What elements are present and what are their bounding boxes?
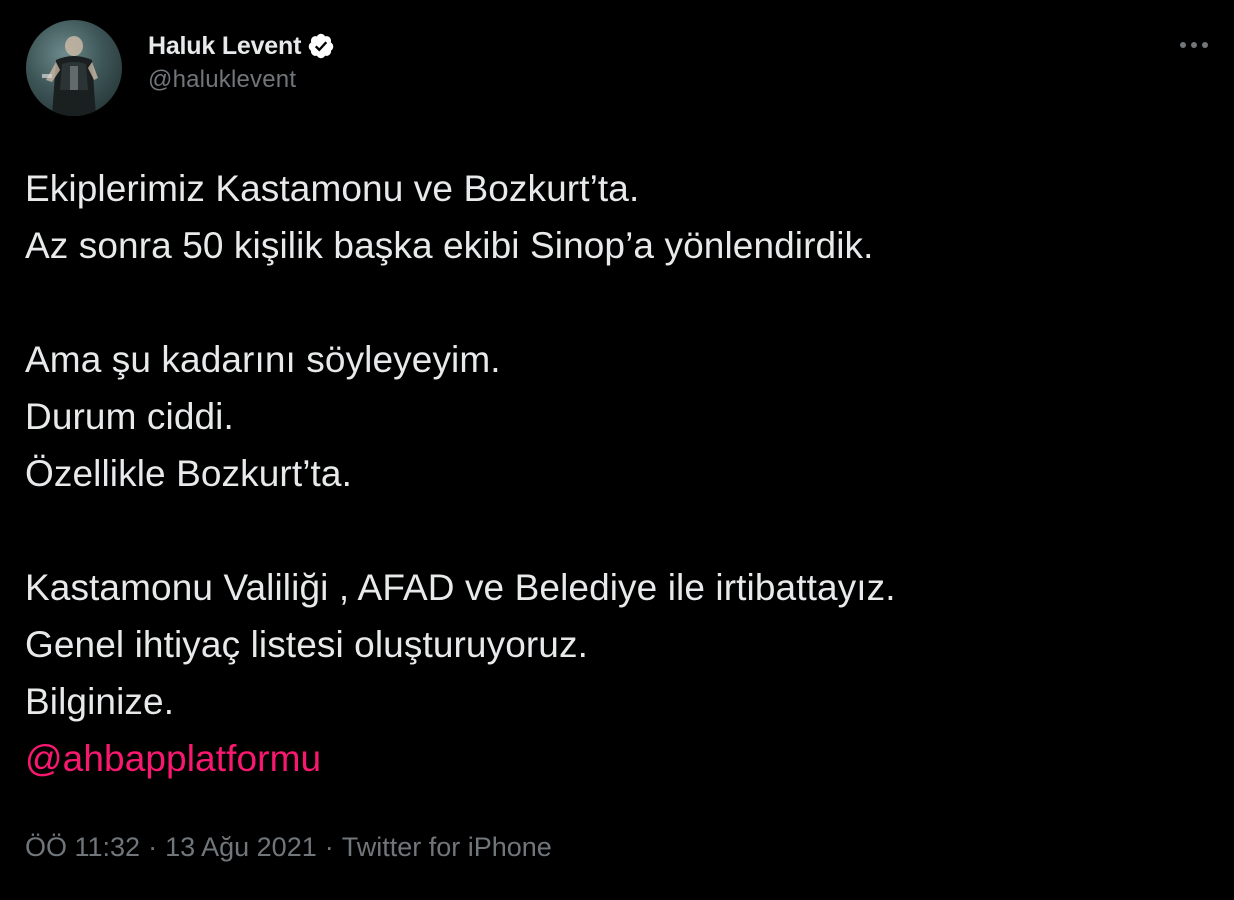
tweet-time[interactable]: ÖÖ 11:32 <box>25 832 140 863</box>
tweet-line: Bilginize. <box>25 681 175 722</box>
author-display-name[interactable]: Haluk Levent <box>148 32 301 61</box>
more-options-icon[interactable] <box>1174 30 1214 60</box>
author-block[interactable]: Haluk Levent @haluklevent <box>148 28 335 94</box>
author-name-row: Haluk Levent <box>148 28 335 64</box>
tweet-date[interactable]: 13 Ağu 2021 <box>165 832 317 863</box>
tweet-line: Durum ciddi. <box>25 396 234 437</box>
verified-badge-icon <box>307 32 335 60</box>
tweet-source[interactable]: Twitter for iPhone <box>342 832 552 863</box>
mention-link[interactable]: @ahbapplatformu <box>25 730 1215 787</box>
tweet-line: Özellikle Bozkurt’ta. <box>25 453 352 494</box>
tweet-line: Ama şu kadarını söyleyeyim. <box>25 339 501 380</box>
tweet-line: Az sonra 50 kişilik başka ekibi Sinop’a … <box>25 225 874 266</box>
avatar[interactable] <box>26 20 122 116</box>
tweet-card: Haluk Levent @haluklevent Ekiplerimiz Ka… <box>0 0 1234 900</box>
tweet-meta: ÖÖ 11:32 · 13 Ağu 2021 · Twitter for iPh… <box>25 832 552 863</box>
meta-separator: · <box>148 832 158 862</box>
author-handle[interactable]: @haluklevent <box>148 66 335 94</box>
tweet-text: Ekiplerimiz Kastamonu ve Bozkurt’ta. Az … <box>25 160 1215 787</box>
tweet-line: Kastamonu Valiliği , AFAD ve Belediye il… <box>25 567 896 608</box>
tweet-line: Genel ihtiyaç listesi oluşturuyoruz. <box>25 624 588 665</box>
tweet-line: Ekiplerimiz Kastamonu ve Bozkurt’ta. <box>25 168 640 209</box>
meta-separator: · <box>324 832 334 862</box>
